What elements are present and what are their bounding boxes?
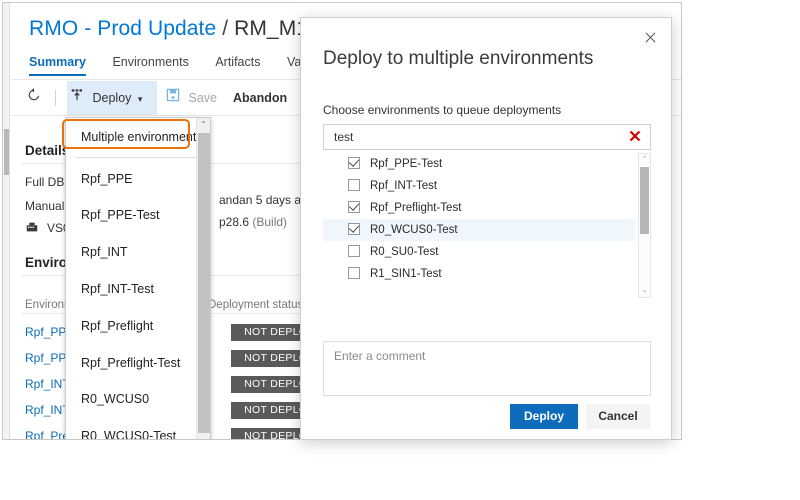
chevron-down-icon[interactable]: ▾: [138, 94, 143, 104]
deploy-upload-icon: [70, 81, 84, 115]
scroll-up-icon[interactable]: ⌃: [639, 154, 650, 166]
table-row[interactable]: Rpf_INT: [25, 377, 70, 391]
choose-environments-label: Choose environments to queue deployments: [323, 103, 562, 117]
menu-item-rpf-preflight-test[interactable]: Rpf_Preflight-Test: [66, 345, 197, 382]
menu-item-rpf-int-test[interactable]: Rpf_INT-Test: [66, 271, 197, 308]
tab-environments[interactable]: Environments: [112, 55, 188, 74]
menu-scrollbar[interactable]: ⌃: [196, 118, 210, 439]
deploy-multiple-environments-dialog: Deploy to multiple environments Choose e…: [300, 17, 672, 440]
list-item-label: R1_SIN1-Test: [370, 268, 442, 280]
details-heading: Details: [25, 143, 70, 158]
list-item[interactable]: R0_SU0-Test: [323, 241, 635, 263]
clear-x-icon[interactable]: [626, 127, 644, 147]
menu-item-rpf-ppe[interactable]: Rpf_PPE: [66, 161, 197, 198]
checkbox-checked-icon[interactable]: [348, 157, 360, 169]
vs-build-icon: [25, 220, 39, 239]
menu-separator: [76, 157, 196, 158]
build-name: p28.6: [219, 215, 250, 229]
list-item-label: R0_SU0-Test: [370, 246, 439, 258]
release-definition-name[interactable]: RMO - Prod Update: [29, 17, 216, 40]
environment-checkbox-list: Rpf_PPE-Test Rpf_INT-Test Rpf_Preflight-…: [323, 153, 651, 298]
refresh-button[interactable]: [23, 81, 49, 115]
menu-item-rpf-int[interactable]: Rpf_INT: [66, 234, 197, 271]
table-row[interactable]: Rpf_Pre: [25, 429, 69, 439]
menu-item-r0-wcus0[interactable]: R0_WCUS0: [66, 381, 197, 418]
deploy-split-button[interactable]: Deploy ▾: [67, 81, 157, 115]
screenshot-root: RMO - Prod Update / RM_M123.4 Summary En…: [0, 0, 800, 500]
list-scrollbar-thumb[interactable]: [640, 167, 649, 234]
environment-search-input[interactable]: test: [323, 124, 651, 150]
list-item-label: Rpf_Preflight-Test: [370, 202, 462, 214]
menu-item-rpf-preflight[interactable]: Rpf_Preflight: [66, 308, 197, 345]
list-item[interactable]: R0_WCUS0-Test: [323, 219, 635, 241]
refresh-icon: [27, 81, 41, 115]
save-button[interactable]: Save: [166, 81, 217, 115]
list-item-label: Rpf_INT-Test: [370, 180, 438, 192]
tab-artifacts[interactable]: Artifacts: [215, 55, 260, 74]
page-scrollbar-thumb[interactable]: [4, 129, 9, 175]
search-input-value: test: [334, 130, 354, 144]
list-item[interactable]: Rpf_Preflight-Test: [323, 197, 635, 219]
deploy-button-label: Deploy: [92, 91, 132, 105]
dialog-cancel-button[interactable]: Cancel: [586, 404, 650, 429]
checkbox-unchecked-icon[interactable]: [348, 179, 360, 191]
details-line-1: Full DB: [25, 175, 65, 189]
menu-item-rpf-ppe-test[interactable]: Rpf_PPE-Test: [66, 197, 197, 234]
menu-item-multiple-environments[interactable]: Multiple environments: [66, 119, 203, 156]
save-floppy-icon: [166, 81, 180, 115]
abandon-button[interactable]: Abandon: [233, 81, 287, 115]
build-suffix: (Build): [252, 215, 288, 229]
list-item[interactable]: R1_SIN1-Test: [323, 263, 635, 285]
comment-placeholder: Enter a comment: [334, 349, 426, 363]
checkbox-unchecked-icon[interactable]: [348, 245, 360, 257]
table-row[interactable]: Rpf_PP: [25, 351, 66, 365]
toolbar-divider: [55, 90, 56, 106]
menu-item-r0-wcus0-test[interactable]: R0_WCUS0-Test: [66, 418, 197, 439]
save-button-label: Save: [188, 91, 217, 105]
list-scrollbar[interactable]: ⌃ ⌄: [638, 153, 651, 298]
page-vertical-scrollbar[interactable]: [3, 3, 10, 439]
abandon-button-label: Abandon: [233, 91, 288, 105]
dialog-title: Deploy to multiple environments: [323, 48, 594, 69]
menu-scrollbar-thumb[interactable]: [198, 133, 210, 433]
deploy-dropdown-menu: Multiple environments Rpf_PPE Rpf_PPE-Te…: [65, 117, 211, 439]
list-item-label: Rpf_PPE-Test: [370, 158, 443, 170]
list-item[interactable]: Rpf_PPE-Test: [323, 153, 635, 175]
checkbox-checked-icon[interactable]: [348, 201, 360, 213]
column-header-status: Deployment status: [208, 299, 304, 311]
close-icon[interactable]: [637, 26, 663, 50]
scroll-down-icon[interactable]: ⌄: [639, 285, 650, 297]
details-line-2: Manual: [25, 199, 65, 213]
title-separator: /: [222, 17, 229, 40]
table-row[interactable]: Rpf_INT: [25, 403, 70, 417]
details-build-info: p28.6 (Build): [219, 215, 287, 229]
table-row[interactable]: Rpf_PP: [25, 325, 66, 339]
list-item-label: R0_WCUS0-Test: [370, 224, 458, 236]
comment-textarea[interactable]: Enter a comment: [323, 341, 651, 396]
checkbox-unchecked-icon[interactable]: [348, 267, 360, 279]
checkbox-checked-icon[interactable]: [348, 223, 360, 235]
scroll-up-icon[interactable]: ⌃: [197, 118, 210, 132]
dialog-deploy-button[interactable]: Deploy: [510, 404, 578, 429]
list-item[interactable]: Rpf_INT-Test: [323, 175, 635, 197]
tab-summary[interactable]: Summary: [29, 55, 86, 76]
